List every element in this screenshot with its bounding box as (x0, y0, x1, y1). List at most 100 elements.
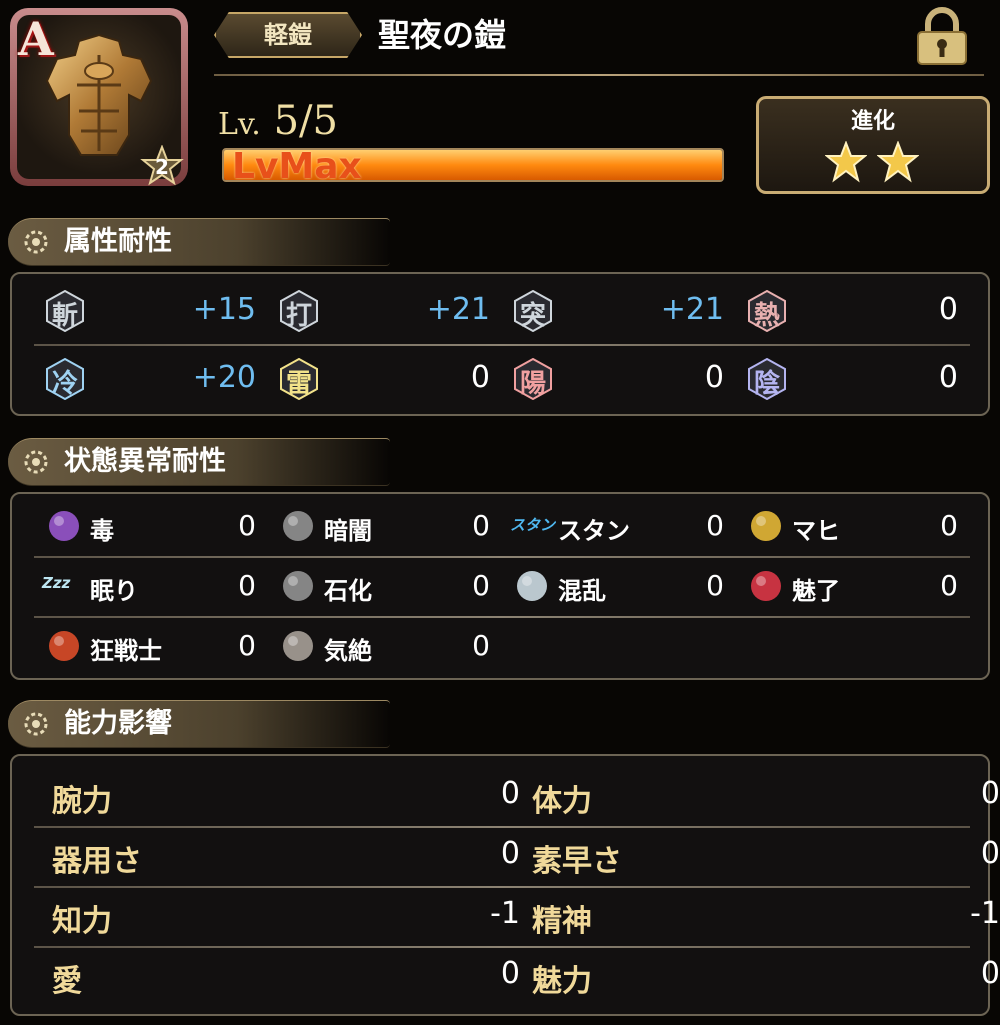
pierce-icon: 突 (512, 289, 554, 333)
evolution-panel[interactable]: 進化 (756, 96, 990, 194)
status-label: 眠り (90, 577, 138, 605)
section-header-element: 属性耐性 (8, 218, 390, 266)
gear-icon (24, 230, 48, 254)
level-bar-text: LvMax (232, 146, 362, 187)
status-label: 気絶 (324, 637, 372, 665)
stun-icon: スタン (510, 506, 556, 546)
status-resist-value: 0 (238, 629, 256, 662)
element-glyph: 打 (285, 301, 312, 331)
element-glyph: 熱 (753, 301, 780, 331)
element-resist-value: +15 (192, 292, 256, 327)
status-resist-value: 0 (238, 569, 256, 602)
ability-value: 0 (980, 776, 1000, 811)
light-icon: 陽 (512, 357, 554, 401)
ability-label: 体力 (532, 784, 592, 819)
ability-label: 素早さ (532, 844, 622, 879)
ability-label: 魅力 (532, 964, 592, 999)
element-resist-value: 0 (470, 360, 490, 395)
row-divider (34, 946, 970, 948)
ability-value: 0 (980, 836, 1000, 871)
status-resist-value: 0 (706, 509, 724, 542)
element-resist-value: +21 (660, 292, 724, 327)
item-type-label: 軽鎧 (214, 12, 362, 58)
blind-icon (278, 506, 318, 546)
evolution-label: 進化 (850, 109, 895, 134)
status-label: スタン (558, 517, 630, 545)
petrify-icon (278, 566, 318, 606)
gear-icon (24, 712, 48, 736)
slash-icon: 斬 (44, 289, 86, 333)
paralysis-icon (746, 506, 786, 546)
poison-icon (44, 506, 84, 546)
element-resist-value: +20 (192, 360, 256, 395)
rank-letter: A (18, 12, 54, 66)
ability-value: 0 (500, 956, 520, 991)
element-resist-value: 0 (938, 292, 958, 327)
status-resist-value: 0 (940, 569, 958, 602)
evolution-star-icon (877, 141, 919, 183)
element-glyph: 陰 (753, 369, 780, 399)
status-icon-text: スタン (510, 516, 556, 534)
ability-value: 0 (980, 956, 1000, 991)
element-glyph: 斬 (51, 301, 78, 331)
rarity-badge: 2 (140, 144, 184, 189)
status-label: 狂戦士 (90, 637, 162, 665)
element-resist-value: 0 (938, 360, 958, 395)
ability-label: 精神 (532, 904, 592, 939)
status-resist-value: 0 (940, 509, 958, 542)
ability-value: -1 (490, 896, 520, 931)
ability-label: 知力 (52, 904, 112, 939)
lock-icon[interactable] (914, 6, 970, 66)
rarity-badge-number: 2 (155, 155, 169, 179)
evolution-star-icon (825, 141, 867, 183)
element-glyph: 雷 (285, 369, 312, 399)
element-glyph: 陽 (519, 369, 546, 399)
element-resist-value: 0 (704, 360, 724, 395)
section-header-status: 状態異常耐性 (8, 438, 390, 486)
blunt-icon: 打 (278, 289, 320, 333)
berserk-icon (44, 626, 84, 666)
row-divider (34, 556, 970, 558)
ability-label: 愛 (52, 964, 82, 999)
section-header-ability: 能力影響 (8, 700, 390, 748)
status-resist-value: 0 (238, 509, 256, 542)
row-divider (34, 616, 970, 618)
element-resist-value: +21 (426, 292, 490, 327)
ability-value: 0 (500, 776, 520, 811)
thunder-icon: 雷 (278, 357, 320, 401)
confusion-icon (512, 566, 552, 606)
status-label: 魅了 (792, 577, 840, 605)
gear-icon (24, 450, 48, 474)
element-glyph: 突 (519, 301, 546, 331)
status-label: 石化 (324, 577, 372, 605)
status-label: 暗闇 (324, 517, 372, 545)
item-name: 聖夜の鎧 (378, 16, 507, 54)
dark-icon: 陰 (746, 357, 788, 401)
ability-value: -1 (970, 896, 1000, 931)
level-prefix: Lv. (218, 107, 261, 142)
ice-icon: 冷 (44, 357, 86, 401)
element-glyph: 冷 (51, 369, 78, 399)
sleep-icon: Zzz (42, 566, 84, 606)
ability-value: 0 (500, 836, 520, 871)
fire-icon: 熱 (746, 289, 788, 333)
section-title: 能力影響 (64, 708, 172, 739)
status-label: マヒ (792, 517, 840, 545)
status-resist-value: 0 (472, 509, 490, 542)
charm-icon (746, 566, 786, 606)
status-resist-value: 0 (706, 569, 724, 602)
section-title: 属性耐性 (64, 226, 172, 257)
status-label: 毒 (90, 517, 114, 545)
status-icon-text: Zzz (42, 574, 71, 592)
row-divider (34, 826, 970, 828)
level-value: 5/5 (273, 98, 338, 144)
status-label: 混乱 (558, 577, 606, 605)
status-resist-value: 0 (472, 629, 490, 662)
section-title: 状態異常耐性 (64, 446, 226, 477)
row-divider (34, 344, 970, 346)
status-resist-value: 0 (472, 569, 490, 602)
ability-label: 器用さ (52, 844, 142, 879)
header-divider (214, 74, 984, 76)
level-display: Lv. 5/5 (218, 98, 338, 144)
faint-icon (278, 626, 318, 666)
